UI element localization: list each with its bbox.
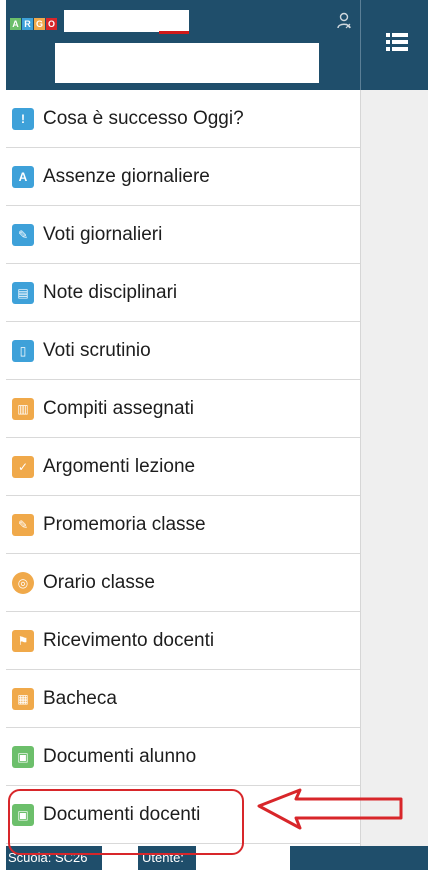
menu-item-label: Assenze giornaliere	[43, 165, 210, 187]
menu-item-label: Documenti alunno	[43, 745, 197, 767]
user-profile-icon[interactable]	[336, 12, 352, 30]
annotation-arrow-icon	[257, 788, 403, 830]
menu-item-compiti-assegnati[interactable]: ▥ Compiti assegnati	[6, 380, 360, 438]
teacher-meeting-icon: ⚑	[12, 629, 34, 652]
argo-logo: A R G O	[10, 18, 57, 30]
logo-letter: G	[34, 18, 45, 30]
logo-letter: O	[46, 18, 57, 30]
menu-item-label: Compiti assegnati	[43, 397, 195, 419]
menu-item-ricevimento-docenti[interactable]: ⚑ Ricevimento docenti	[6, 612, 360, 670]
menu-item-label: Voti giornalieri	[43, 223, 163, 245]
app-header: A R G O	[6, 0, 360, 90]
menu-item-documenti-alunno[interactable]: ▣ Documenti alunno	[6, 728, 360, 786]
menu-item-label: Voti scrutinio	[43, 339, 151, 361]
side-menu: ! Cosa è successo Oggi? A Assenze giorna…	[6, 90, 360, 844]
menu-item-voti-scrutinio[interactable]: ▯ Voti scrutinio	[6, 322, 360, 380]
notes-icon: ▤	[12, 281, 34, 304]
grades-icon: ✎	[12, 223, 34, 246]
menu-item-label: Bacheca	[43, 687, 117, 709]
homework-icon: ▥	[12, 397, 34, 420]
annotation-highlight-box	[8, 789, 244, 855]
menu-item-label: Orario classe	[43, 571, 155, 593]
timetable-icon: ◎	[12, 571, 34, 594]
menu-item-assenze-giornaliere[interactable]: A Assenze giornaliere	[6, 148, 360, 206]
info-icon: !	[12, 107, 34, 130]
list-menu-icon	[386, 33, 408, 51]
content-panel	[360, 90, 428, 846]
noticeboard-icon: ▦	[12, 687, 34, 710]
hamburger-menu-button[interactable]	[360, 0, 428, 90]
menu-item-argomenti-lezione[interactable]: ✓ Argomenti lezione	[6, 438, 360, 496]
lesson-topics-icon: ✓	[12, 455, 34, 478]
student-documents-icon: ▣	[12, 745, 34, 768]
menu-item-bacheca[interactable]: ▦ Bacheca	[6, 670, 360, 728]
menu-item-label: Promemoria classe	[43, 513, 206, 535]
menu-item-label: Note disciplinari	[43, 281, 178, 303]
redacted-student-name	[55, 43, 319, 83]
menu-item-label: Cosa è successo Oggi?	[43, 107, 244, 129]
menu-item-label: Ricevimento docenti	[43, 629, 215, 651]
logo-letter: A	[10, 18, 21, 30]
logo-letter: R	[22, 18, 33, 30]
menu-item-cosa-e-successo-oggi[interactable]: ! Cosa è successo Oggi?	[6, 90, 360, 148]
menu-item-note-disciplinari[interactable]: ▤ Note disciplinari	[6, 264, 360, 322]
menu-item-label: Argomenti lezione	[43, 455, 196, 477]
redacted-school-name	[64, 10, 189, 34]
menu-item-voti-giornalieri[interactable]: ✎ Voti giornalieri	[6, 206, 360, 264]
reminder-icon: ✎	[12, 513, 34, 536]
menu-item-promemoria-classe[interactable]: ✎ Promemoria classe	[6, 496, 360, 554]
report-card-icon: ▯	[12, 339, 34, 362]
menu-item-orario-classe[interactable]: ◎ Orario classe	[6, 554, 360, 612]
absence-icon: A	[12, 165, 34, 188]
